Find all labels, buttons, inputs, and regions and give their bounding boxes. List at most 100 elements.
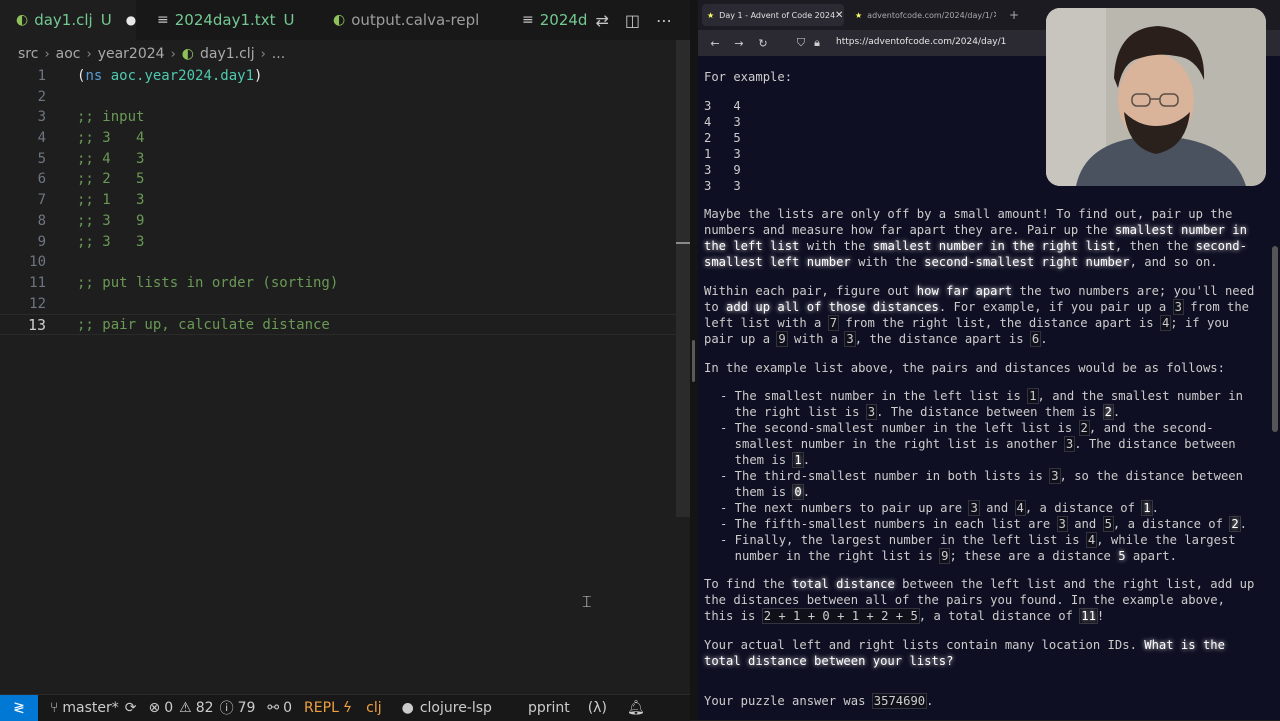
comment-text: ;; 1 3 [77,192,145,209]
back-icon[interactable]: ← [708,37,722,50]
comment-text: ;; 3 9 [77,212,145,229]
comment-text: ;; 3 3 [77,233,145,250]
branch-name[interactable]: master* [62,700,118,716]
close-tab-icon[interactable]: ✕ [835,10,844,21]
more-actions-icon[interactable]: ⋯ [656,11,672,30]
code-line: 6 ;; 2 5 [0,169,680,190]
line-number: 7 [37,192,46,209]
code-line: 2 [0,87,680,108]
line-number: 2 [37,88,46,105]
chevron-right-icon: › [44,46,50,62]
lsp-status-dot-icon: ● [401,700,414,716]
editor-scrollbar[interactable] [676,40,690,517]
text-file-icon: ≡ [522,12,534,28]
browser-tab-input[interactable]: ★ adventofcode.com/2024/day/1/ ✕ [850,4,996,26]
forward-icon[interactable]: → [732,37,746,50]
breadcrumb-item[interactable]: src [18,46,38,62]
tab-2024d[interactable]: ≡ 2024d [522,0,587,40]
url-field[interactable]: https://adventofcode.com/2024/day/1 [836,37,1006,47]
browser-tab-label: adventofcode.com/2024/day/1/ [867,10,993,20]
bell-icon[interactable]: 🔔︎ [627,700,645,716]
line-number: 5 [37,150,46,167]
example-row: 3 9 [704,163,741,177]
line-number: 12 [29,295,46,312]
line-number: 6 [37,171,46,188]
close-tab-icon[interactable]: ✕ [993,10,996,21]
error-count: 0 [164,700,174,716]
code-line: 12 [0,294,680,315]
clojure-file-icon: ◐ [181,46,194,62]
split-editor-icon[interactable]: ◫ [625,11,640,30]
tab-2024day1-txt[interactable]: ≡ 2024day1.txt U [157,0,294,40]
tab-label: 2024day1.txt [174,11,276,29]
breadcrumb-item[interactable]: aoc [56,46,81,62]
aoc-favicon-icon: ★ [855,10,863,20]
breadcrumb-item[interactable]: ... [272,46,285,62]
error-icon[interactable]: ⊗ [149,700,161,716]
lsp-status[interactable]: clojure-lsp [420,700,492,716]
unsaved-dot-icon[interactable]: ● [126,13,136,27]
example-row: 3 4 [704,99,741,113]
list-item: - The smallest number in the left list i… [720,388,1243,404]
editor-tab-bar: ◐ day1.clj U ● ≡ 2024day1.txt U ◐ output… [0,0,690,40]
comment-text: ;; input [77,109,145,126]
example-row: 1 3 [704,147,741,161]
list-item: the right list is 3. The distance betwee… [720,404,1121,420]
tab-day1-clj[interactable]: ◐ day1.clj U ● [0,0,136,40]
comment-text: ;; pair up, calculate distance [77,317,330,334]
source-control-branch-icon[interactable]: ⑂ [50,700,58,716]
paragraph-line: In the example list above, the pairs and… [704,361,1225,375]
list-item: - Finally, the largest number in the lef… [720,532,1236,548]
example-row: 2 5 [704,131,741,145]
for-example-text: For example: [704,70,793,84]
pprint-toggle[interactable]: pprint [528,700,570,716]
repl-status[interactable]: REPL [304,700,339,716]
divider-grip[interactable] [692,340,695,382]
sync-icon[interactable]: ⟳ [125,700,137,716]
code-line: 8 ;; 3 9 [0,211,680,232]
clojure-file-icon: ◐ [16,12,29,28]
line-number: 9 [37,233,46,250]
code-line: 5 ;; 4 3 [0,149,680,170]
browser-tab-day1[interactable]: ★ Day 1 - Advent of Code 2024 ✕ [702,4,844,26]
page-scrollbar-thumb[interactable] [1272,246,1278,432]
compare-changes-icon[interactable]: ⇄ [595,11,608,30]
code-line: 4 ;; 3 4 [0,128,680,149]
webcam-overlay [1046,8,1266,186]
info-icon[interactable]: ⓘ [220,698,234,718]
tab-output-calva-repl[interactable]: ◐ output.calva-repl [333,0,479,40]
warning-icon[interactable]: ⚠ [179,700,192,716]
list-item: them is 1. [720,452,811,468]
reload-icon[interactable]: ↻ [756,37,770,50]
paragraph-line: pair up a 9 with a 3, the distance apart… [704,331,1048,347]
repl-connect-icon[interactable]: ϟ [343,700,352,716]
remote-indicator-icon[interactable]: ≷ [0,695,38,721]
breadcrumb-item[interactable]: day1.clj [200,46,255,62]
code-line: 11 ;; put lists in order (sorting) [0,273,680,294]
line-number: 8 [37,212,46,229]
new-tab-icon[interactable]: + [1004,4,1024,26]
breadcrumb: src › aoc › year2024 › ◐ day1.clj › ... [18,44,285,64]
code-area[interactable]: 1 (ns aoc.year2024.day1) 2 3 ;; input 4 … [0,66,680,335]
code-line: 9 ;; 3 3 [0,232,680,253]
breadcrumb-item[interactable]: year2024 [98,46,165,62]
example-row: 3 3 [704,179,741,193]
ports-count: 0 [283,700,293,716]
current-code-line: 13 ;; pair up, calculate distance [0,314,680,335]
ports-icon[interactable]: ⚯ [267,700,279,716]
paragraph-line: left list with a 7 from the right list, … [704,315,1229,331]
code-line: 1 (ns aoc.year2024.day1) [0,66,680,87]
paragraph-line: the left list with the smallest number i… [704,239,1247,253]
line-number: 10 [29,254,46,271]
question-text: total distance between your lists? [704,654,954,668]
presenter-image [1046,8,1266,186]
tab-label: day1.clj [34,11,93,29]
lock-icon[interactable]: 🔒︎ [810,36,824,50]
comment-text: ;; 4 3 [77,150,145,167]
language-mode[interactable]: clj [366,700,381,716]
list-item: - The fifth-smallest numbers in each lis… [720,516,1247,532]
aoc-favicon-icon: ★ [707,10,715,20]
shield-icon[interactable]: ⛉ [794,36,808,50]
lambda-indicator[interactable]: (λ) [588,700,607,716]
line-number: 4 [37,130,46,147]
